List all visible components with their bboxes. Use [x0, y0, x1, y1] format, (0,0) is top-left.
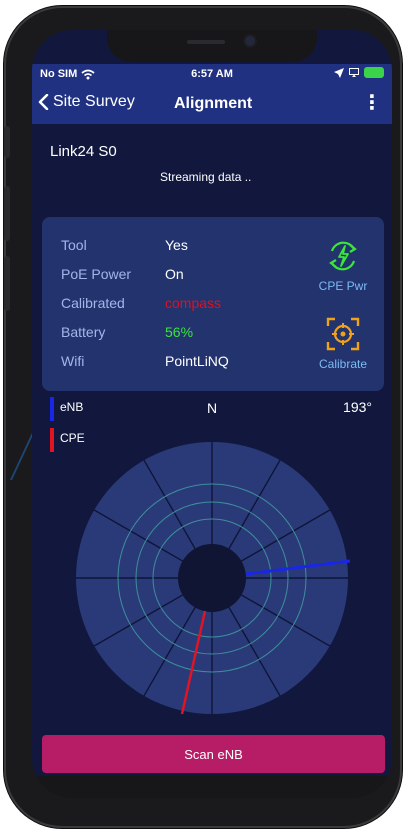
enb-legend-swatch: [50, 397, 54, 421]
home-indicator-area: [32, 776, 392, 798]
notch: [107, 30, 317, 62]
device-info-card: Tool Yes PoE Power On Calibrated compass…: [42, 217, 384, 391]
stream-status: Streaming data ..: [160, 170, 252, 184]
compass-north-label: N: [207, 400, 218, 416]
calibrate-label: Calibrate: [318, 357, 368, 371]
compass-dial: [76, 442, 350, 715]
front-camera: [245, 36, 255, 46]
info-value-wifi: PointLiNQ: [165, 353, 229, 369]
location-arrow-icon: [334, 67, 344, 78]
info-label-battery: Battery: [61, 324, 106, 340]
phone-screen: No SIM 6:57 AM Site Survey Alignment ⋮ L…: [32, 30, 392, 798]
info-value-tool: Yes: [165, 237, 188, 253]
speaker: [187, 40, 225, 44]
volume-down-button: [4, 256, 10, 311]
info-value-calibrated: compass: [165, 295, 222, 311]
back-label: Site Survey: [53, 93, 135, 110]
heading-degrees: 193°: [343, 399, 372, 415]
status-bar: No SIM 6:57 AM: [32, 64, 392, 84]
page-title: Alignment: [174, 95, 253, 112]
info-row-calibrated: Calibrated compass: [61, 295, 221, 311]
target-icon: [326, 317, 360, 351]
info-value-battery: 56%: [165, 324, 194, 340]
info-row-wifi: Wifi PointLiNQ: [61, 353, 229, 369]
info-label-wifi: Wifi: [61, 353, 85, 369]
link-name: Link24 S0: [50, 143, 117, 160]
nav-bar: Site Survey Alignment ⋮: [32, 84, 392, 124]
info-label-tool: Tool: [61, 237, 87, 253]
menu-icon[interactable]: ⋮: [362, 93, 382, 113]
calibrate-button[interactable]: Calibrate: [308, 315, 378, 371]
power-cycle-icon: [329, 241, 357, 271]
battery-icon: [364, 67, 384, 78]
volume-up-button: [4, 186, 10, 241]
info-row-battery: Battery 56%: [61, 324, 193, 340]
info-label-calibrated: Calibrated: [61, 295, 125, 311]
status-right: [334, 67, 384, 78]
info-label-poe: PoE Power: [61, 266, 132, 282]
info-row-tool: Tool Yes: [61, 237, 188, 253]
enb-legend-label: eNB: [60, 400, 84, 414]
info-row-poe: PoE Power On: [61, 266, 184, 282]
back-chevron-icon: [38, 94, 49, 110]
scan-enb-button[interactable]: Scan eNB: [42, 735, 385, 773]
back-button[interactable]: Site Survey: [38, 93, 135, 111]
cpe-power-button[interactable]: CPE Pwr: [308, 237, 378, 293]
mute-switch: [4, 126, 10, 158]
compass-hub: [178, 544, 246, 612]
cpe-power-label: CPE Pwr: [318, 279, 368, 293]
screen-mirror-icon: [349, 68, 359, 77]
cpe-legend-swatch: [50, 428, 54, 452]
info-value-poe: On: [165, 266, 184, 282]
